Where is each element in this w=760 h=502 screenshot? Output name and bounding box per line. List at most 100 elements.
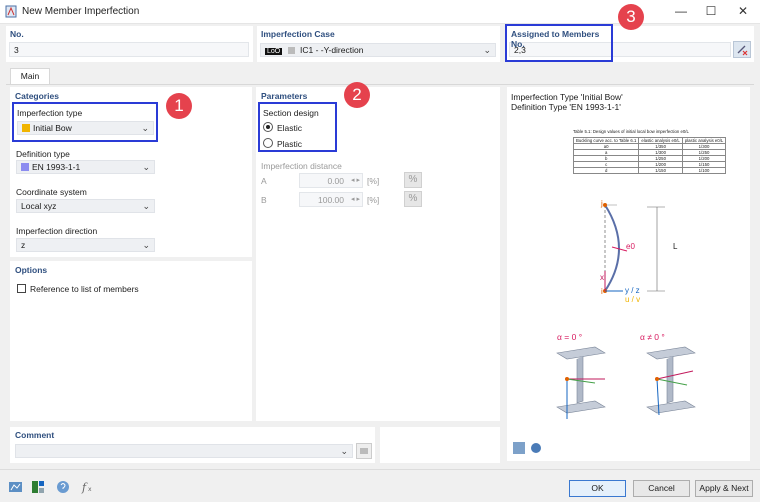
case-value: IC1 - -Y-direction xyxy=(299,45,364,55)
callout-badge-1: 1 xyxy=(166,93,192,119)
reference-label: Reference to list of members xyxy=(30,284,139,294)
comment-input[interactable]: ⌄ xyxy=(15,444,353,458)
chevron-down-icon: ⌄ xyxy=(142,162,150,172)
alpha-zero-label: α = 0 ° xyxy=(557,332,583,342)
elastic-radio[interactable] xyxy=(263,122,273,132)
minimize-button[interactable]: — xyxy=(672,3,690,19)
definition-color-swatch xyxy=(21,163,29,171)
table-cell: d xyxy=(572,167,640,174)
svg-text:x: x xyxy=(88,486,92,493)
comment-panel: Comment ⌄ xyxy=(10,427,375,463)
help-icon[interactable] xyxy=(55,479,71,495)
chevron-down-icon: ⌄ xyxy=(483,45,491,55)
reference-checkbox[interactable] xyxy=(17,284,26,293)
parameters-title: Parameters xyxy=(261,91,308,101)
case-color-swatch xyxy=(287,47,295,54)
maximize-button[interactable]: ☐ xyxy=(702,3,720,19)
table-header: Buckling curve acc. to Table 6.1 xyxy=(572,137,640,144)
table-cell: 1/150 xyxy=(638,167,683,174)
options-title: Options xyxy=(15,265,48,275)
coordinate-system-value: Local xyz xyxy=(21,201,57,211)
units-icon[interactable] xyxy=(8,479,24,495)
chevron-down-icon: ⌄ xyxy=(340,446,348,456)
b-spinner[interactable]: ◂ ▸ xyxy=(351,195,360,203)
bottom-bar: fx OK Cancel Apply & Next xyxy=(0,469,760,502)
b-unit: [%] xyxy=(367,195,380,205)
definition-type-select[interactable]: EN 1993-1-1 ⌄ xyxy=(16,160,155,174)
table-header: plastic analysis e0/L xyxy=(681,137,727,144)
distance-label: Imperfection distance xyxy=(261,161,342,171)
assigned-highlight: Assigned to Members No. xyxy=(505,24,613,62)
node-j-label: j xyxy=(601,199,603,208)
chevron-down-icon: ⌄ xyxy=(142,240,150,250)
tab-main[interactable]: Main xyxy=(10,68,50,85)
a-value: 0.00 xyxy=(327,176,344,186)
a-percent-button[interactable]: % xyxy=(404,172,422,188)
select-members-button[interactable] xyxy=(733,41,751,58)
plastic-label: Plastic xyxy=(277,139,303,149)
section-design-highlight: Section design Elastic Plastic xyxy=(258,102,337,152)
imperfection-table: Buckling curve acc. to Table 6.1 elastic … xyxy=(572,137,727,174)
no-field[interactable]: 3 xyxy=(9,42,249,57)
callout-badge-3: 3 xyxy=(618,4,644,30)
options-panel: Options Reference to list of members xyxy=(10,261,252,421)
function-icon[interactable]: fx xyxy=(80,479,96,495)
svg-text:f: f xyxy=(81,481,88,494)
info-text: Imperfection Type 'Initial Bow' Definiti… xyxy=(511,92,623,112)
a-spinner[interactable]: ◂ ▸ xyxy=(351,176,360,184)
close-button[interactable]: ✕ xyxy=(734,3,752,19)
table-caption: Table 5.1: Design values of initial loca… xyxy=(573,129,689,134)
case-tag: LoO xyxy=(265,48,283,55)
info-line-2: Definition Type 'EN 1993-1-1' xyxy=(511,102,621,112)
ibeam-alpha-zero-diagram xyxy=(556,346,606,419)
chevron-down-icon: ⌄ xyxy=(141,123,149,133)
coordinate-system-label: Coordinate system xyxy=(16,187,87,197)
alpha-nonzero-label: α ≠ 0 ° xyxy=(640,332,665,342)
ibeam-alpha-nonzero-diagram xyxy=(646,346,696,416)
imperfection-direction-select[interactable]: z ⌄ xyxy=(16,238,155,252)
no-panel: No. 3 xyxy=(6,26,253,62)
plastic-radio[interactable] xyxy=(263,138,273,148)
node-i-label: i xyxy=(601,287,603,296)
b-label: B xyxy=(261,195,267,205)
info-icon[interactable] xyxy=(531,443,541,453)
cancel-button[interactable]: Cancel xyxy=(633,480,690,497)
a-label: A xyxy=(261,176,267,186)
window-title: New Member Imperfection xyxy=(22,6,140,17)
yz-axis-label: y / z xyxy=(625,286,640,295)
coordinate-system-select[interactable]: Local xyz ⌄ xyxy=(16,199,155,213)
elastic-label: Elastic xyxy=(277,123,303,133)
comment-aux-panel xyxy=(380,427,500,463)
app-icon xyxy=(5,5,17,18)
imperfection-type-label: Imperfection type xyxy=(17,108,83,118)
imperfection-type-swatch xyxy=(22,124,30,132)
b-percent-button[interactable]: % xyxy=(404,191,422,207)
title-bar: New Member Imperfection — ☐ ✕ xyxy=(0,0,760,24)
imperfection-type-select[interactable]: Initial Bow ⌄ xyxy=(17,121,154,135)
imperfection-type-value: Initial Bow xyxy=(33,123,72,133)
picture-toolbar xyxy=(513,442,541,454)
b-value: 100.00 xyxy=(318,195,344,205)
imperfection-direction-label: Imperfection direction xyxy=(16,226,98,236)
length-label: L xyxy=(673,242,678,251)
apply-next-button[interactable]: Apply & Next xyxy=(695,480,753,497)
chevron-down-icon: ⌄ xyxy=(142,201,150,211)
definition-type-label: Definition type xyxy=(16,149,70,159)
table-header: elastic analysis e0/L xyxy=(638,137,683,144)
definition-type-value: EN 1993-1-1 xyxy=(32,162,81,172)
ok-button[interactable]: OK xyxy=(569,480,626,497)
x-axis-label: x xyxy=(600,273,604,282)
comment-edit-button[interactable] xyxy=(356,443,372,459)
imperfection-type-highlight: Imperfection type Initial Bow ⌄ xyxy=(12,102,158,142)
case-label: Imperfection Case xyxy=(261,29,335,39)
uv-axis-label: u / v xyxy=(625,295,641,304)
info-panel: Imperfection Type 'Initial Bow' Definiti… xyxy=(507,87,750,461)
edit-icon xyxy=(360,448,368,454)
imperfection-case-select[interactable]: LoO IC1 - -Y-direction ⌄ xyxy=(260,43,496,57)
no-label: No. xyxy=(10,29,24,39)
formula-table-icon[interactable] xyxy=(30,479,46,495)
picture-icon[interactable] xyxy=(513,442,525,454)
section-design-label: Section design xyxy=(263,108,319,118)
e0-label: e0 xyxy=(626,242,635,251)
callout-badge-2: 2 xyxy=(344,82,370,108)
